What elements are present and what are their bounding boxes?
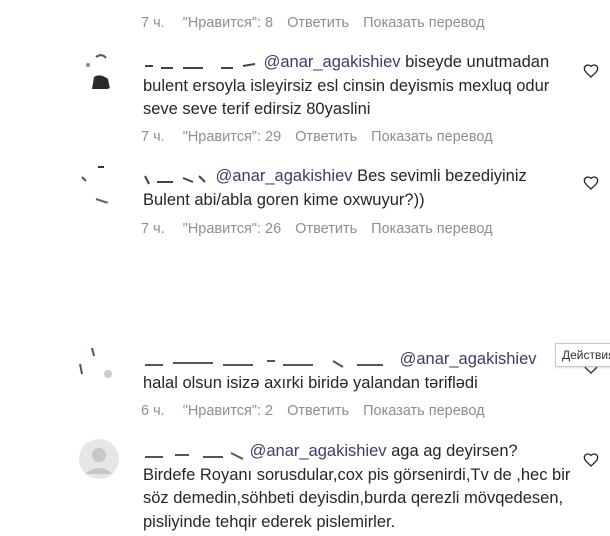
show-translation-button[interactable]: Показать перевод — [371, 221, 492, 237]
comment-meta-row: 7 ч. "Нравится": 8 Ответить Показать пер… — [141, 15, 485, 31]
show-translation-button[interactable]: Показать перевод — [363, 403, 484, 419]
comment-text: halal olsun isizə axırki biridə yalandan… — [143, 373, 478, 392]
like-heart-icon[interactable] — [583, 175, 599, 191]
username-blurred[interactable] — [143, 170, 211, 185]
comment-body: @anar_agakishiev Bes sevimli bezediyiniz… — [143, 165, 573, 212]
comment-meta-row: 7 ч. "Нравится": 29 Ответить Показать пе… — [141, 129, 493, 145]
reply-button[interactable]: Ответить — [287, 403, 349, 419]
comment-time: 7 ч. — [141, 129, 165, 145]
mention-link[interactable]: @anar_agakishiev — [250, 442, 387, 460]
comment-meta-row: 7 ч. "Нравится": 26 Ответить Показать пе… — [141, 221, 493, 237]
comment-time: 6 ч. — [141, 403, 165, 419]
comments-panel: 7 ч. "Нравится": 8 Ответить Показать пер… — [0, 0, 610, 536]
avatar-image — [78, 163, 120, 205]
likes-count[interactable]: "Нравится": 2 — [183, 403, 273, 419]
comment-time: 7 ч. — [141, 221, 165, 237]
like-heart-icon[interactable] — [583, 452, 599, 468]
reply-button[interactable]: Ответить — [295, 221, 357, 237]
avatar-image — [78, 49, 120, 91]
default-avatar-icon — [79, 439, 119, 479]
comment-time: 7 ч. — [141, 15, 165, 31]
like-heart-icon[interactable] — [583, 63, 599, 79]
comment-meta-row: 6 ч. "Нравится": 2 Ответить Показать пер… — [141, 403, 485, 419]
avatar[interactable] — [78, 438, 120, 480]
avatar[interactable] — [78, 344, 120, 386]
reply-button[interactable]: Ответить — [287, 15, 349, 31]
likes-count[interactable]: "Нравится": 29 — [183, 129, 281, 145]
username-blurred[interactable] — [143, 56, 259, 70]
comment-body: @anar_agakishiev aga ag deyirsen? Birdef… — [143, 440, 573, 534]
comment-body: @anar_agakishiev halal olsun isizə axırk… — [143, 348, 573, 395]
username-blurred[interactable] — [143, 445, 245, 460]
reply-button[interactable]: Ответить — [295, 129, 357, 145]
mention-link[interactable]: @anar_agakishiev — [264, 53, 401, 71]
likes-count[interactable]: "Нравится": 26 — [183, 221, 281, 237]
avatar[interactable] — [78, 163, 120, 205]
actions-tooltip: Действия — [555, 343, 610, 367]
show-translation-button[interactable]: Показать перевод — [363, 15, 484, 31]
mention-link[interactable]: @anar_agakishiev — [400, 350, 537, 368]
mention-link[interactable]: @anar_agakishiev — [216, 167, 353, 185]
avatar-image — [78, 344, 120, 386]
show-translation-button[interactable]: Показать перевод — [371, 129, 492, 145]
likes-count[interactable]: "Нравится": 8 — [183, 15, 273, 31]
comment-body: @anar_agakishiev biseyde unutmadan bulen… — [143, 51, 573, 122]
avatar[interactable] — [78, 49, 120, 91]
username-blurred[interactable] — [143, 353, 395, 368]
